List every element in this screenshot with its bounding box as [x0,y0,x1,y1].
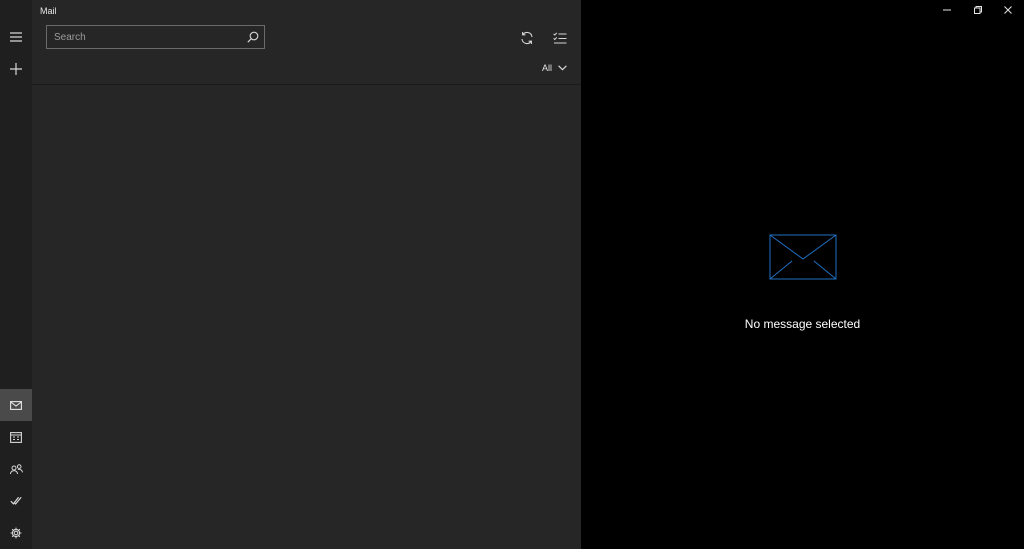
calendar-icon [10,431,22,443]
people-icon [9,463,23,474]
empty-message: No message selected [744,317,861,331]
new-mail-button[interactable] [0,53,32,85]
calendar-nav-button[interactable] [0,421,32,453]
filter-dropdown[interactable]: All [542,63,567,73]
envelope-icon [769,234,836,280]
search-input[interactable] [47,26,242,48]
mail-icon [10,400,22,410]
chevron-down-icon [558,65,567,71]
message-list-pane: Mail All [32,0,581,549]
close-icon [1004,6,1012,14]
todo-icon [10,496,22,505]
navigation-rail [0,0,32,549]
app-title: Mail [40,6,57,16]
hamburger-icon [10,32,22,42]
plus-icon [10,63,22,75]
search-button[interactable] [242,26,264,48]
reading-pane: No message selected [581,0,1024,549]
settings-icon [10,527,22,539]
close-button[interactable] [993,0,1023,20]
mail-nav-button[interactable] [0,389,32,421]
sync-icon [521,31,533,45]
minimize-icon [943,9,951,11]
sync-button[interactable] [516,27,538,49]
select-mode-button[interactable] [549,27,571,49]
todo-nav-button[interactable] [0,485,32,517]
empty-state: No message selected [581,234,1024,331]
search-box[interactable] [46,25,265,49]
settings-nav-button[interactable] [0,517,32,549]
filter-label: All [542,63,553,73]
restore-icon [974,6,982,14]
list-divider [32,84,581,85]
hamburger-button[interactable] [0,21,32,53]
search-icon [247,31,259,43]
restore-button[interactable] [963,0,993,20]
multi-select-icon [553,32,567,44]
minimize-button[interactable] [932,0,962,20]
people-nav-button[interactable] [0,453,32,485]
